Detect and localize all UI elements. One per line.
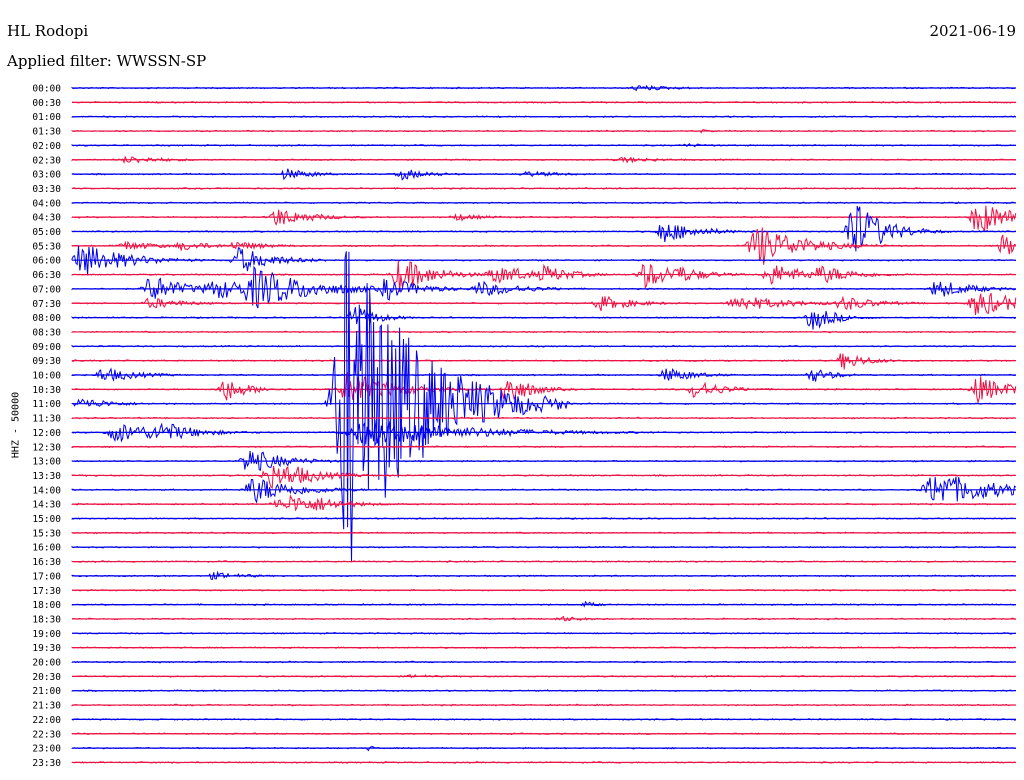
row-label-0130: 01:30 xyxy=(32,127,61,138)
trace-0730 xyxy=(71,292,1017,316)
trace-1100 xyxy=(71,251,1017,562)
helicorder-plot: 00:00 00:30 01:00 01:30 02:00 02:30 03:00 03:30… xyxy=(32,84,1017,769)
row-label-1200: 12:00 xyxy=(32,428,61,439)
row-label-1400: 14:00 xyxy=(32,485,61,496)
row-label-0600: 06:00 xyxy=(32,256,61,267)
trace-0800 xyxy=(71,307,1017,330)
row-label-2000: 20:00 xyxy=(32,658,61,669)
trace-1430 xyxy=(71,494,1016,512)
row-label-0700: 07:00 xyxy=(32,284,61,295)
row-label-1100: 11:00 xyxy=(32,399,61,410)
row-label-group: 00:00 00:30 01:00 01:30 02:00 02:30 03:00 03:30… xyxy=(32,84,61,769)
row-label-0030: 00:30 xyxy=(32,98,61,109)
row-label-1930: 19:30 xyxy=(32,643,61,654)
row-label-2230: 22:30 xyxy=(32,729,61,740)
row-label-1330: 13:30 xyxy=(32,471,61,482)
trace-0930 xyxy=(71,353,1016,370)
row-label-0930: 09:30 xyxy=(32,356,61,367)
trace-group xyxy=(71,84,1017,764)
row-label-0330: 03:30 xyxy=(32,184,61,195)
trace-0430 xyxy=(71,205,1017,233)
row-label-1230: 12:30 xyxy=(32,442,61,453)
row-label-0830: 08:30 xyxy=(32,327,61,338)
row-label-2130: 21:30 xyxy=(32,701,61,712)
row-label-1430: 14:30 xyxy=(32,500,61,511)
row-label-1630: 16:30 xyxy=(32,557,61,568)
row-label-2300: 23:00 xyxy=(32,744,61,755)
row-label-1300: 13:00 xyxy=(32,457,61,468)
row-label-0630: 06:30 xyxy=(32,270,61,281)
row-label-0100: 01:00 xyxy=(32,112,61,123)
row-label-1030: 10:30 xyxy=(32,385,61,396)
trace-0500 xyxy=(71,205,1017,252)
row-label-2030: 20:30 xyxy=(32,672,61,683)
row-label-0300: 03:00 xyxy=(32,170,61,181)
row-label-0430: 04:30 xyxy=(32,213,61,224)
row-label-1700: 17:00 xyxy=(32,571,61,582)
row-label-0530: 05:30 xyxy=(32,241,61,252)
row-label-0730: 07:30 xyxy=(32,299,61,310)
row-label-1000: 10:00 xyxy=(32,371,61,382)
row-label-0900: 09:00 xyxy=(32,342,61,353)
row-label-0800: 08:00 xyxy=(32,313,61,324)
row-label-2330: 23:30 xyxy=(32,758,61,769)
row-label-2100: 21:00 xyxy=(32,686,61,697)
row-label-1830: 18:30 xyxy=(32,614,61,625)
row-label-1900: 19:00 xyxy=(32,629,61,640)
row-label-1530: 15:30 xyxy=(32,528,61,539)
trace-1330 xyxy=(71,465,1016,490)
row-label-0400: 04:00 xyxy=(32,198,61,209)
row-label-1130: 11:30 xyxy=(32,414,61,425)
row-label-2200: 22:00 xyxy=(32,715,61,726)
row-label-1600: 16:00 xyxy=(32,543,61,554)
row-label-0000: 00:00 xyxy=(32,84,61,95)
row-label-0500: 05:00 xyxy=(32,227,61,238)
row-label-1800: 18:00 xyxy=(32,600,61,611)
row-label-0230: 02:30 xyxy=(32,155,61,166)
trace-0630 xyxy=(71,260,1017,293)
row-label-1500: 15:00 xyxy=(32,514,61,525)
row-label-0200: 02:00 xyxy=(32,141,61,152)
row-label-1730: 17:30 xyxy=(32,586,61,597)
